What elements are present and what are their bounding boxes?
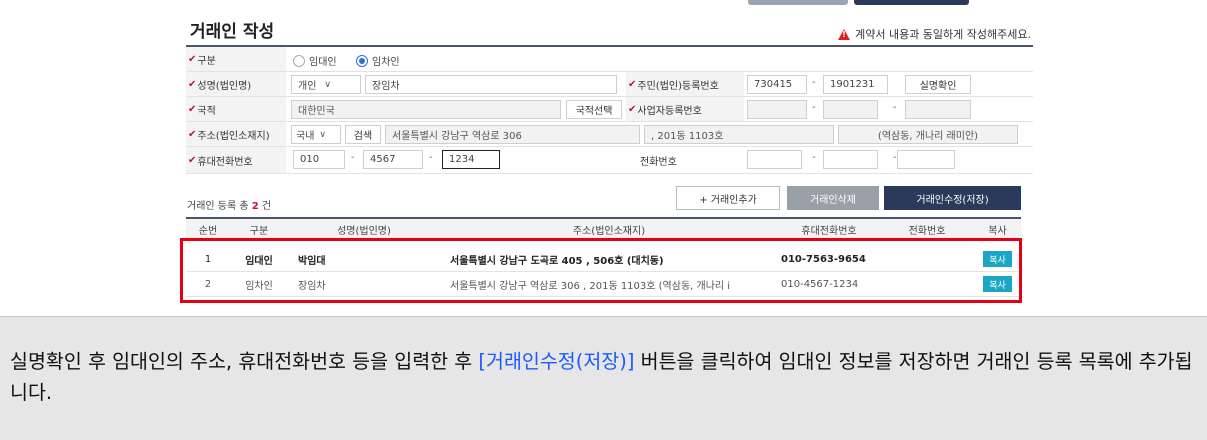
required-check-icon: ✔ [188, 53, 197, 65]
warning-icon [838, 28, 851, 40]
caption-highlight: [거래인수정(저장)] [478, 350, 635, 373]
save-trader-button[interactable]: 거래인수정(저장) [884, 186, 1021, 210]
mobile-label: ✔ 휴대전화번호 [186, 147, 286, 173]
dash: - [812, 152, 816, 163]
count-value: 2 [251, 201, 259, 212]
name-label: ✔ 성명(법인명) [186, 72, 286, 96]
col-type: 구분 [249, 226, 269, 237]
mobile-part2-input[interactable]: 4567 [363, 150, 423, 169]
delete-trader-button[interactable]: 거래인삭제 [787, 186, 879, 210]
required-check-icon: ✔ [188, 154, 197, 166]
person-kind-select[interactable]: 개인 ∨ [291, 75, 361, 94]
form-row-nationality: ✔ 국적 대한민국 국적선택 ✔ 사업자등록번호 - - [186, 97, 1033, 122]
address-label: ✔ 주소(법인소재지) [186, 122, 286, 146]
col-mobile: 휴대전화번호 [801, 226, 857, 237]
mobile-part3-input[interactable]: 1234 [442, 150, 500, 169]
dash: - [429, 152, 433, 163]
address-search-button[interactable]: 검색 [345, 125, 381, 144]
id-no-part2-input[interactable]: 1901231 [823, 75, 888, 94]
required-check-icon: ✔ [188, 103, 197, 115]
phone-part3-input[interactable] [897, 150, 955, 169]
select-nationality-button[interactable]: 국적선택 [566, 100, 622, 119]
instruction-caption: 실명확인 후 임대인의 주소, 휴대전화번호 등을 입력한 후 [거래인수정(저… [0, 316, 1207, 440]
page-title: 거래인 작성 [190, 22, 275, 42]
biz-no-part3-input[interactable] [905, 100, 971, 119]
phone-part2-input[interactable] [823, 150, 878, 169]
required-check-icon: ✔ [628, 103, 637, 115]
verify-name-button[interactable]: 실명확인 [905, 75, 971, 94]
required-check-icon: ✔ [188, 78, 197, 90]
radio-on-icon [356, 54, 368, 67]
top-button-1[interactable] [748, 0, 848, 5]
highlight-box [180, 238, 1022, 303]
id-no-label: ✔ 주민(법인)등록번호 [626, 72, 744, 96]
col-address: 주소(법인소재지) [572, 226, 646, 237]
address-road-input[interactable]: 서울특별시 강남구 역삼로 306 [385, 125, 640, 144]
biz-no-label: ✔ 사업자등록번호 [626, 97, 744, 121]
required-check-icon: ✔ [188, 128, 197, 140]
warning-notice: 계약서 내용과 동일하게 작성해주세요. [838, 26, 1031, 42]
mobile-part1-input[interactable]: 010 [293, 150, 345, 169]
col-no: 순번 [198, 226, 218, 237]
region-select[interactable]: 국내 ∨ [291, 125, 341, 144]
nationality-input[interactable]: 대한민국 [291, 100, 561, 119]
phone-label: 전화번호 [626, 147, 744, 173]
form-row-name: ✔ 성명(법인명) 개인 ∨ 장임차 ✔ 주민(법인)등록번호 730415 - 19… [186, 72, 1033, 97]
dash: - [893, 102, 897, 113]
name-input[interactable]: 장임차 [365, 75, 617, 94]
register-count: 거래인 등록 총 2 건 [187, 201, 272, 212]
caption-text: 실명확인 후 임대인의 주소, 휴대전화번호 등을 입력한 후 [거래인수정(저… [10, 350, 1193, 404]
phone-part1-input[interactable] [747, 150, 802, 169]
chevron-down-icon: ∨ [324, 79, 331, 90]
warning-text: 계약서 내용과 동일하게 작성해주세요. [855, 28, 1031, 41]
chevron-down-icon: ∨ [319, 129, 326, 140]
address-detail-input[interactable]: , 201동 1103호 [644, 125, 834, 144]
biz-no-part1-input[interactable] [747, 100, 807, 119]
address-extra-input[interactable]: (역삼동, 개나리 래미안) [838, 125, 1018, 144]
col-name: 성명(법인명) [337, 226, 391, 237]
dash: - [812, 77, 816, 88]
form-row-address: ✔ 주소(법인소재지) 국내 ∨ 검색 서울특별시 강남구 역삼로 306 , 20… [186, 122, 1033, 147]
radio-landlord[interactable]: 임대인 [293, 53, 337, 68]
id-no-part1-input[interactable]: 730415 [747, 75, 807, 94]
type-label: ✔ 구분 [186, 47, 286, 71]
nationality-label: ✔ 국적 [186, 97, 286, 121]
radio-tenant[interactable]: 임차인 [356, 53, 400, 68]
dash: - [812, 102, 816, 113]
form-row-type: ✔ 구분 임대인 임차인 [186, 47, 1033, 72]
form-row-phone: ✔ 휴대전화번호 010 - 4567 - 1234 전화번호 - - [186, 147, 1033, 174]
top-button-2[interactable] [854, 0, 969, 5]
trader-form: ✔ 구분 임대인 임차인 ✔ 성명(법인명) 개인 ∨ 장임차 ✔ 주민(법인)등록번호… [186, 45, 1033, 174]
add-trader-button[interactable]: + 거래인추가 [676, 186, 780, 210]
radio-off-icon [293, 54, 305, 67]
col-phone: 전화번호 [908, 226, 946, 237]
biz-no-part2-input[interactable] [823, 100, 878, 119]
col-copy: 복사 [988, 226, 1007, 237]
dash: - [351, 152, 355, 163]
required-check-icon: ✔ [628, 78, 637, 90]
